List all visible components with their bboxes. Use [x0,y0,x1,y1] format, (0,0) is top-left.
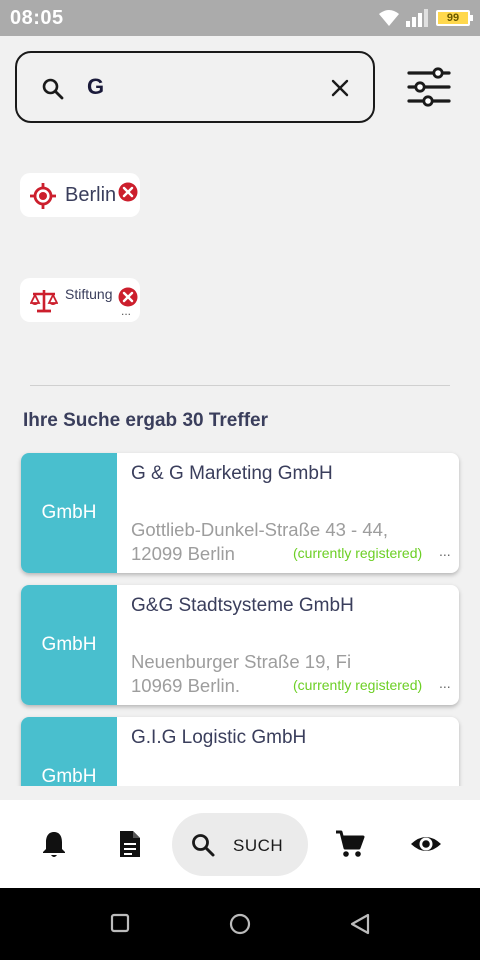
section-divider [30,385,450,386]
search-input[interactable] [87,71,307,103]
scales-icon [30,290,58,313]
status-icons: 99 [378,8,473,28]
result-count: Ihre Suche ergab 30 Treffer [23,410,268,431]
company-address-line1: Gottlieb-Dunkel-Straße 43 - 44, [131,519,389,540]
result-card[interactable]: GmbH G & G Marketing GmbH Gottlieb-Dunke… [21,453,459,573]
eye-icon[interactable] [410,828,442,860]
search-icon [192,834,215,857]
battery-level: 99 [446,12,460,24]
cart-icon[interactable] [334,828,366,860]
company-address-line1: Neuenburger Straße 19, Fi [131,651,352,672]
more-ellipsis: ... [439,675,451,691]
status-bar: 08:05 99 [0,0,480,36]
sliders-icon [407,67,451,107]
filter-button[interactable] [406,66,452,108]
filter-chip-label: Stiftung [65,286,113,302]
filter-chip-label: Berlin [65,184,117,206]
registration-status: (currently registered) [293,545,423,561]
signal-icon [406,9,428,27]
legal-form-badge: GmbH [21,717,117,786]
company-name: G&G Stadtsysteme GmbH [131,595,354,616]
legal-form-badge: GmbH [21,453,117,573]
company-name: G & G Marketing GmbH [131,463,333,484]
wifi-icon [379,10,399,26]
filter-chip-legal-form[interactable]: Stiftung ... [20,278,140,322]
remove-filter-icon[interactable] [118,182,138,202]
nav-search-label: SUCH [233,836,284,855]
bottom-navigation: SUCH [0,800,480,888]
legal-form-badge: GmbH [21,585,117,705]
document-icon[interactable] [114,828,146,860]
company-address-line2: 10969 Berlin. [131,675,241,696]
location-target-icon [30,183,56,209]
result-card[interactable]: GmbH G.I.G Logistic GmbH [21,717,459,786]
recent-apps-icon[interactable] [110,913,130,933]
search-icon [42,78,64,100]
status-time: 08:05 [10,7,64,29]
company-address-line2: 12099 Berlin [131,543,235,564]
registration-status: (currently registered) [293,677,423,693]
results-list[interactable]: GmbH G & G Marketing GmbH Gottlieb-Dunke… [0,450,480,786]
close-icon[interactable] [331,79,349,97]
nav-search-tab[interactable]: SUCH [172,813,308,876]
system-navigation-bar [0,888,480,960]
result-card[interactable]: GmbH G&G Stadtsysteme GmbH Neuenburger S… [21,585,459,705]
filter-chip-city[interactable]: Berlin [20,173,140,217]
back-icon[interactable] [350,913,370,935]
more-ellipsis: ... [439,543,451,559]
remove-filter-icon[interactable] [118,287,138,307]
home-icon[interactable] [229,913,251,935]
company-name: G.I.G Logistic GmbH [131,727,307,748]
battery-icon: 99 [436,10,473,26]
search-bar[interactable] [15,51,375,123]
bell-icon[interactable] [38,828,70,860]
